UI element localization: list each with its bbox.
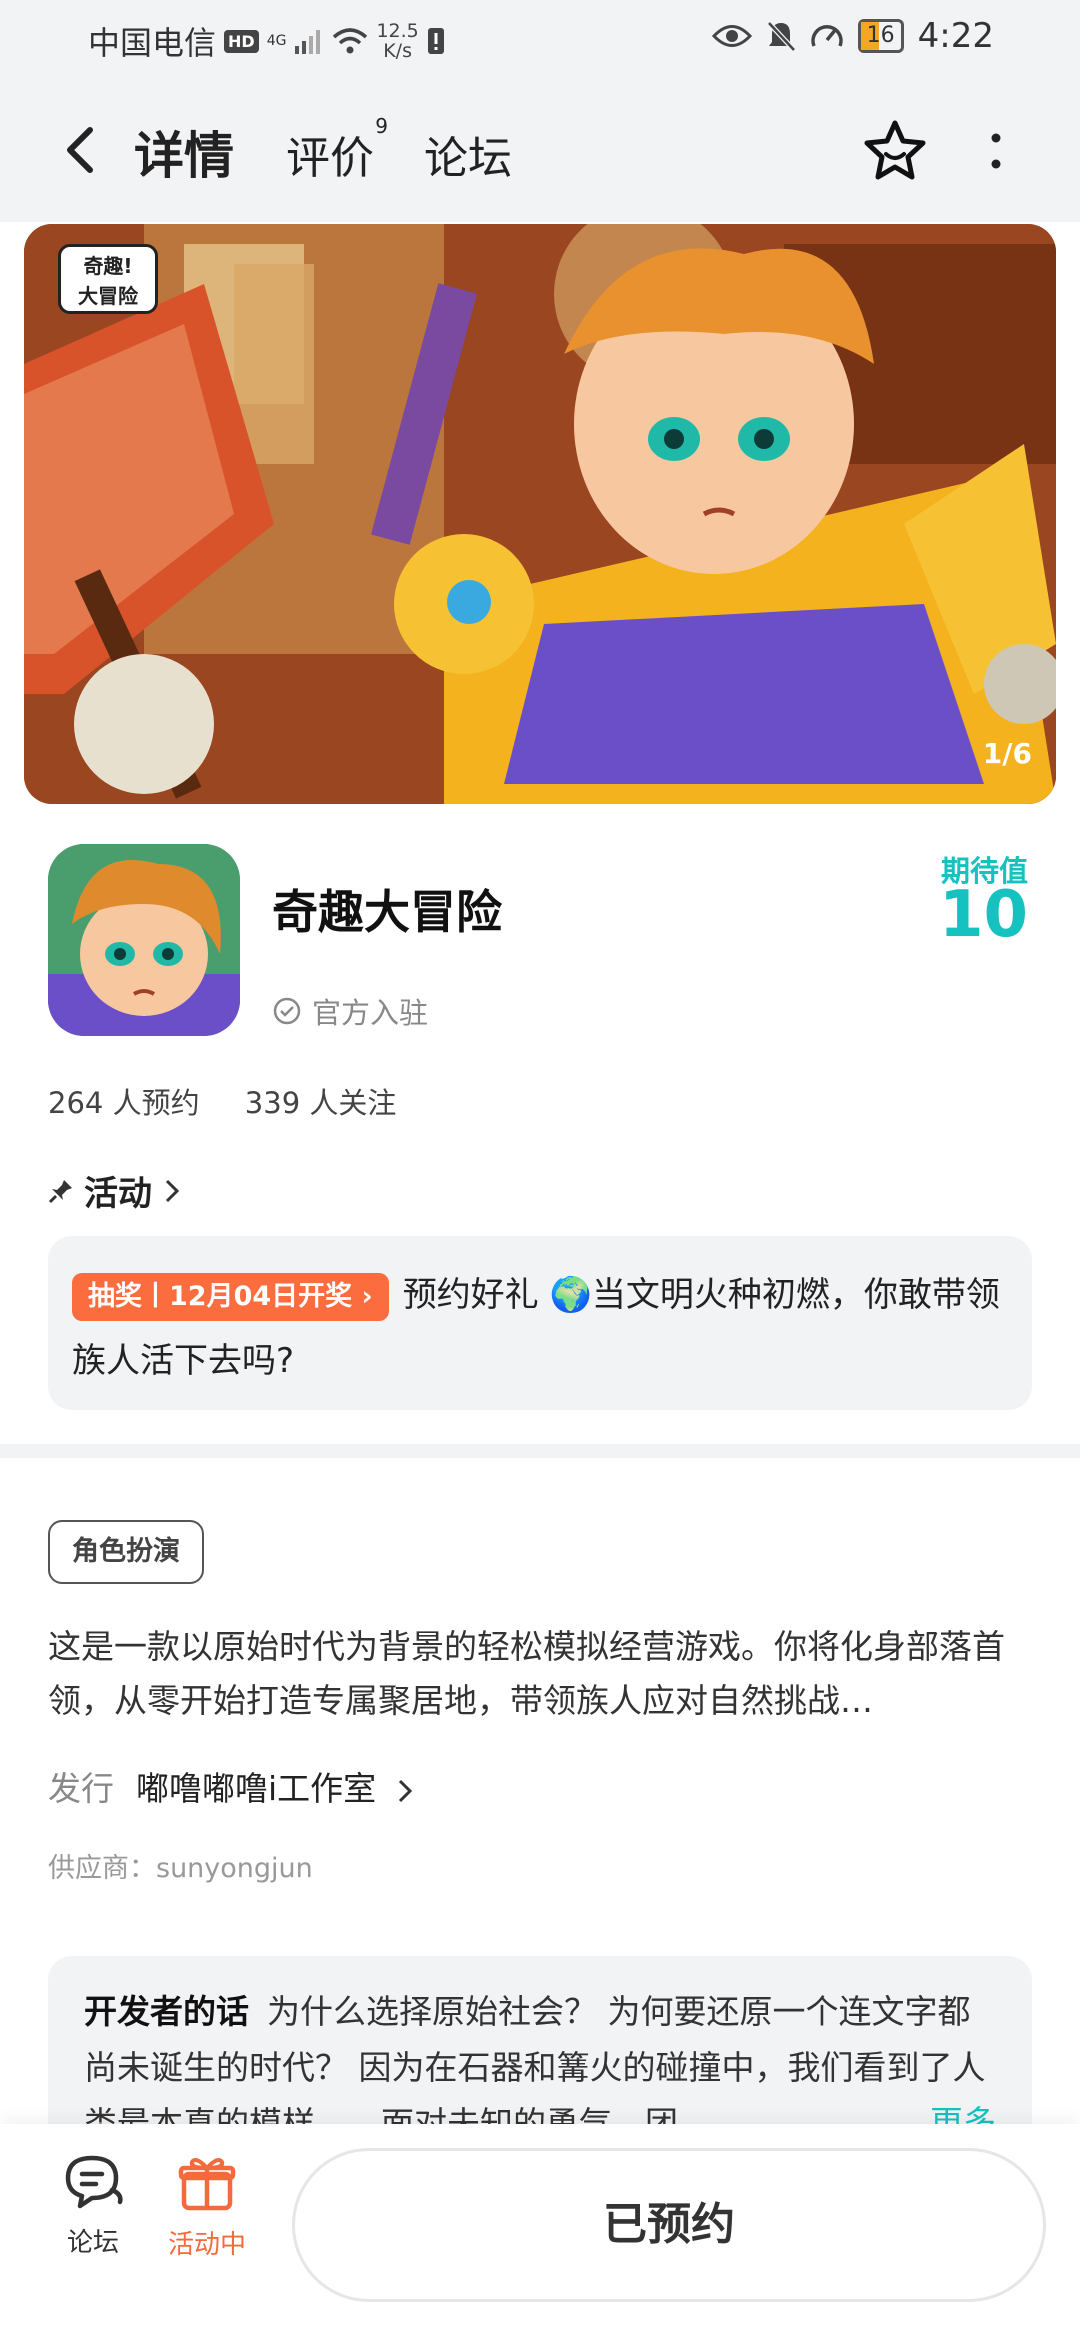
- alert-icon: [427, 28, 444, 54]
- official-badge: 官方入驻: [272, 990, 428, 1032]
- developer-notes-title: 开发者的话: [84, 1992, 249, 2031]
- supplier-info: 供应商：sunyongjun: [48, 1853, 313, 1884]
- favorite-star-icon[interactable]: [862, 118, 928, 184]
- tab-forum[interactable]: 论坛: [424, 122, 512, 186]
- carousel-counter: 1/6: [982, 737, 1032, 770]
- game-description[interactable]: 这是一款以原始时代为背景的轻松模拟经营游戏。你将化身部落首领，从零开始打造专属聚…: [48, 1620, 1032, 1728]
- more-options-icon[interactable]: [984, 132, 1008, 172]
- tab-reviews[interactable]: 评价 9: [286, 114, 388, 186]
- back-arrow-icon[interactable]: [56, 120, 104, 180]
- tab-details[interactable]: 详情: [130, 116, 238, 188]
- activity-tab-label: 活动中: [167, 2230, 246, 2260]
- app-name: 奇趣大冒险: [272, 885, 502, 939]
- eye-icon: [711, 25, 752, 47]
- tab-reviews-label: 评价: [286, 133, 374, 184]
- screenshot-carousel[interactable]: 奇趣! 大冒险 1/6: [24, 224, 1056, 804]
- lottery-badge-label: 抽奖丨12月04日开奖: [88, 1280, 353, 1312]
- speedometer-icon: [810, 25, 843, 47]
- chevron-right-icon: [165, 1179, 180, 1202]
- genre-tag[interactable]: 角色扮演: [48, 1520, 204, 1584]
- follower-count: 339 人关注: [244, 1086, 397, 1120]
- network-speed: 12.5 K/s: [376, 21, 418, 61]
- speed-unit: K/s: [383, 40, 412, 62]
- lottery-badge[interactable]: 抽奖丨12月04日开奖 ›: [72, 1272, 389, 1321]
- official-label: 官方入驻: [312, 996, 429, 1030]
- battery-level: 16: [866, 23, 895, 48]
- expectation-value: 10: [938, 878, 1028, 952]
- activity-heading[interactable]: 活动: [48, 1166, 182, 1215]
- wifi-icon: [333, 28, 368, 54]
- chat-bubble-icon: [65, 2155, 123, 2209]
- mute-icon: [766, 21, 796, 52]
- status-bar: 中国电信 HD 4G 12.5 K/s 16 4:22: [0, 0, 1080, 84]
- check-circle-icon: [273, 997, 301, 1025]
- reserved-button[interactable]: 已预约: [292, 2148, 1046, 2302]
- game-logo: 奇趣! 大冒险: [58, 244, 158, 314]
- signal-icon: [295, 30, 321, 54]
- app-icon: [48, 844, 240, 1036]
- review-count-badge: 9: [375, 114, 388, 138]
- activity-card[interactable]: 抽奖丨12月04日开奖 › 预约好礼 🌍当文明火种初燃，你敢带领族人活下去吗?: [48, 1236, 1032, 1410]
- app-stats: 264 人预约 339 人关注: [48, 1080, 432, 1122]
- activity-content: 抽奖丨12月04日开奖 › 预约好礼 🌍当文明火种初燃，你敢带领族人活下去吗?: [72, 1262, 1008, 1394]
- speed-value: 12.5: [376, 20, 419, 42]
- app-icon-art: [48, 844, 240, 1036]
- bottom-action-bar: 论坛 活动中 已预约: [0, 2124, 1080, 2340]
- battery-icon: 16: [857, 19, 904, 53]
- chevron-right-icon: [398, 1779, 412, 1802]
- network-type: 4G: [266, 33, 287, 49]
- tab-forum-label: 论坛: [424, 133, 512, 184]
- top-nav: 详情 评价 9 论坛: [0, 84, 1080, 222]
- publisher-name: 嘟噜嘟噜i工作室: [136, 1769, 377, 1808]
- reservation-count: 264 人预约: [48, 1086, 200, 1120]
- publisher-label: 发行: [48, 1769, 114, 1808]
- clock: 4:22: [917, 16, 994, 56]
- carrier-name: 中国电信: [88, 24, 217, 62]
- forum-label: 论坛: [66, 2228, 119, 2258]
- forum-button[interactable]: 论坛: [38, 2154, 148, 2259]
- activity-tab-button[interactable]: 活动中: [152, 2154, 262, 2261]
- status-right: 16 4:22: [711, 16, 994, 56]
- tab-details-label: 详情: [134, 127, 234, 185]
- publisher-row[interactable]: 发行 嘟噜嘟噜i工作室: [48, 1762, 415, 1810]
- gift-icon: [178, 2158, 236, 2211]
- hd-icon: HD: [224, 29, 259, 53]
- section-divider: [0, 1444, 1080, 1458]
- pin-icon: [48, 1179, 72, 1203]
- activity-heading-label: 活动: [84, 1174, 152, 1214]
- banner-artwork: [24, 224, 1056, 804]
- status-left: 中国电信 HD 4G 12.5 K/s: [88, 18, 445, 64]
